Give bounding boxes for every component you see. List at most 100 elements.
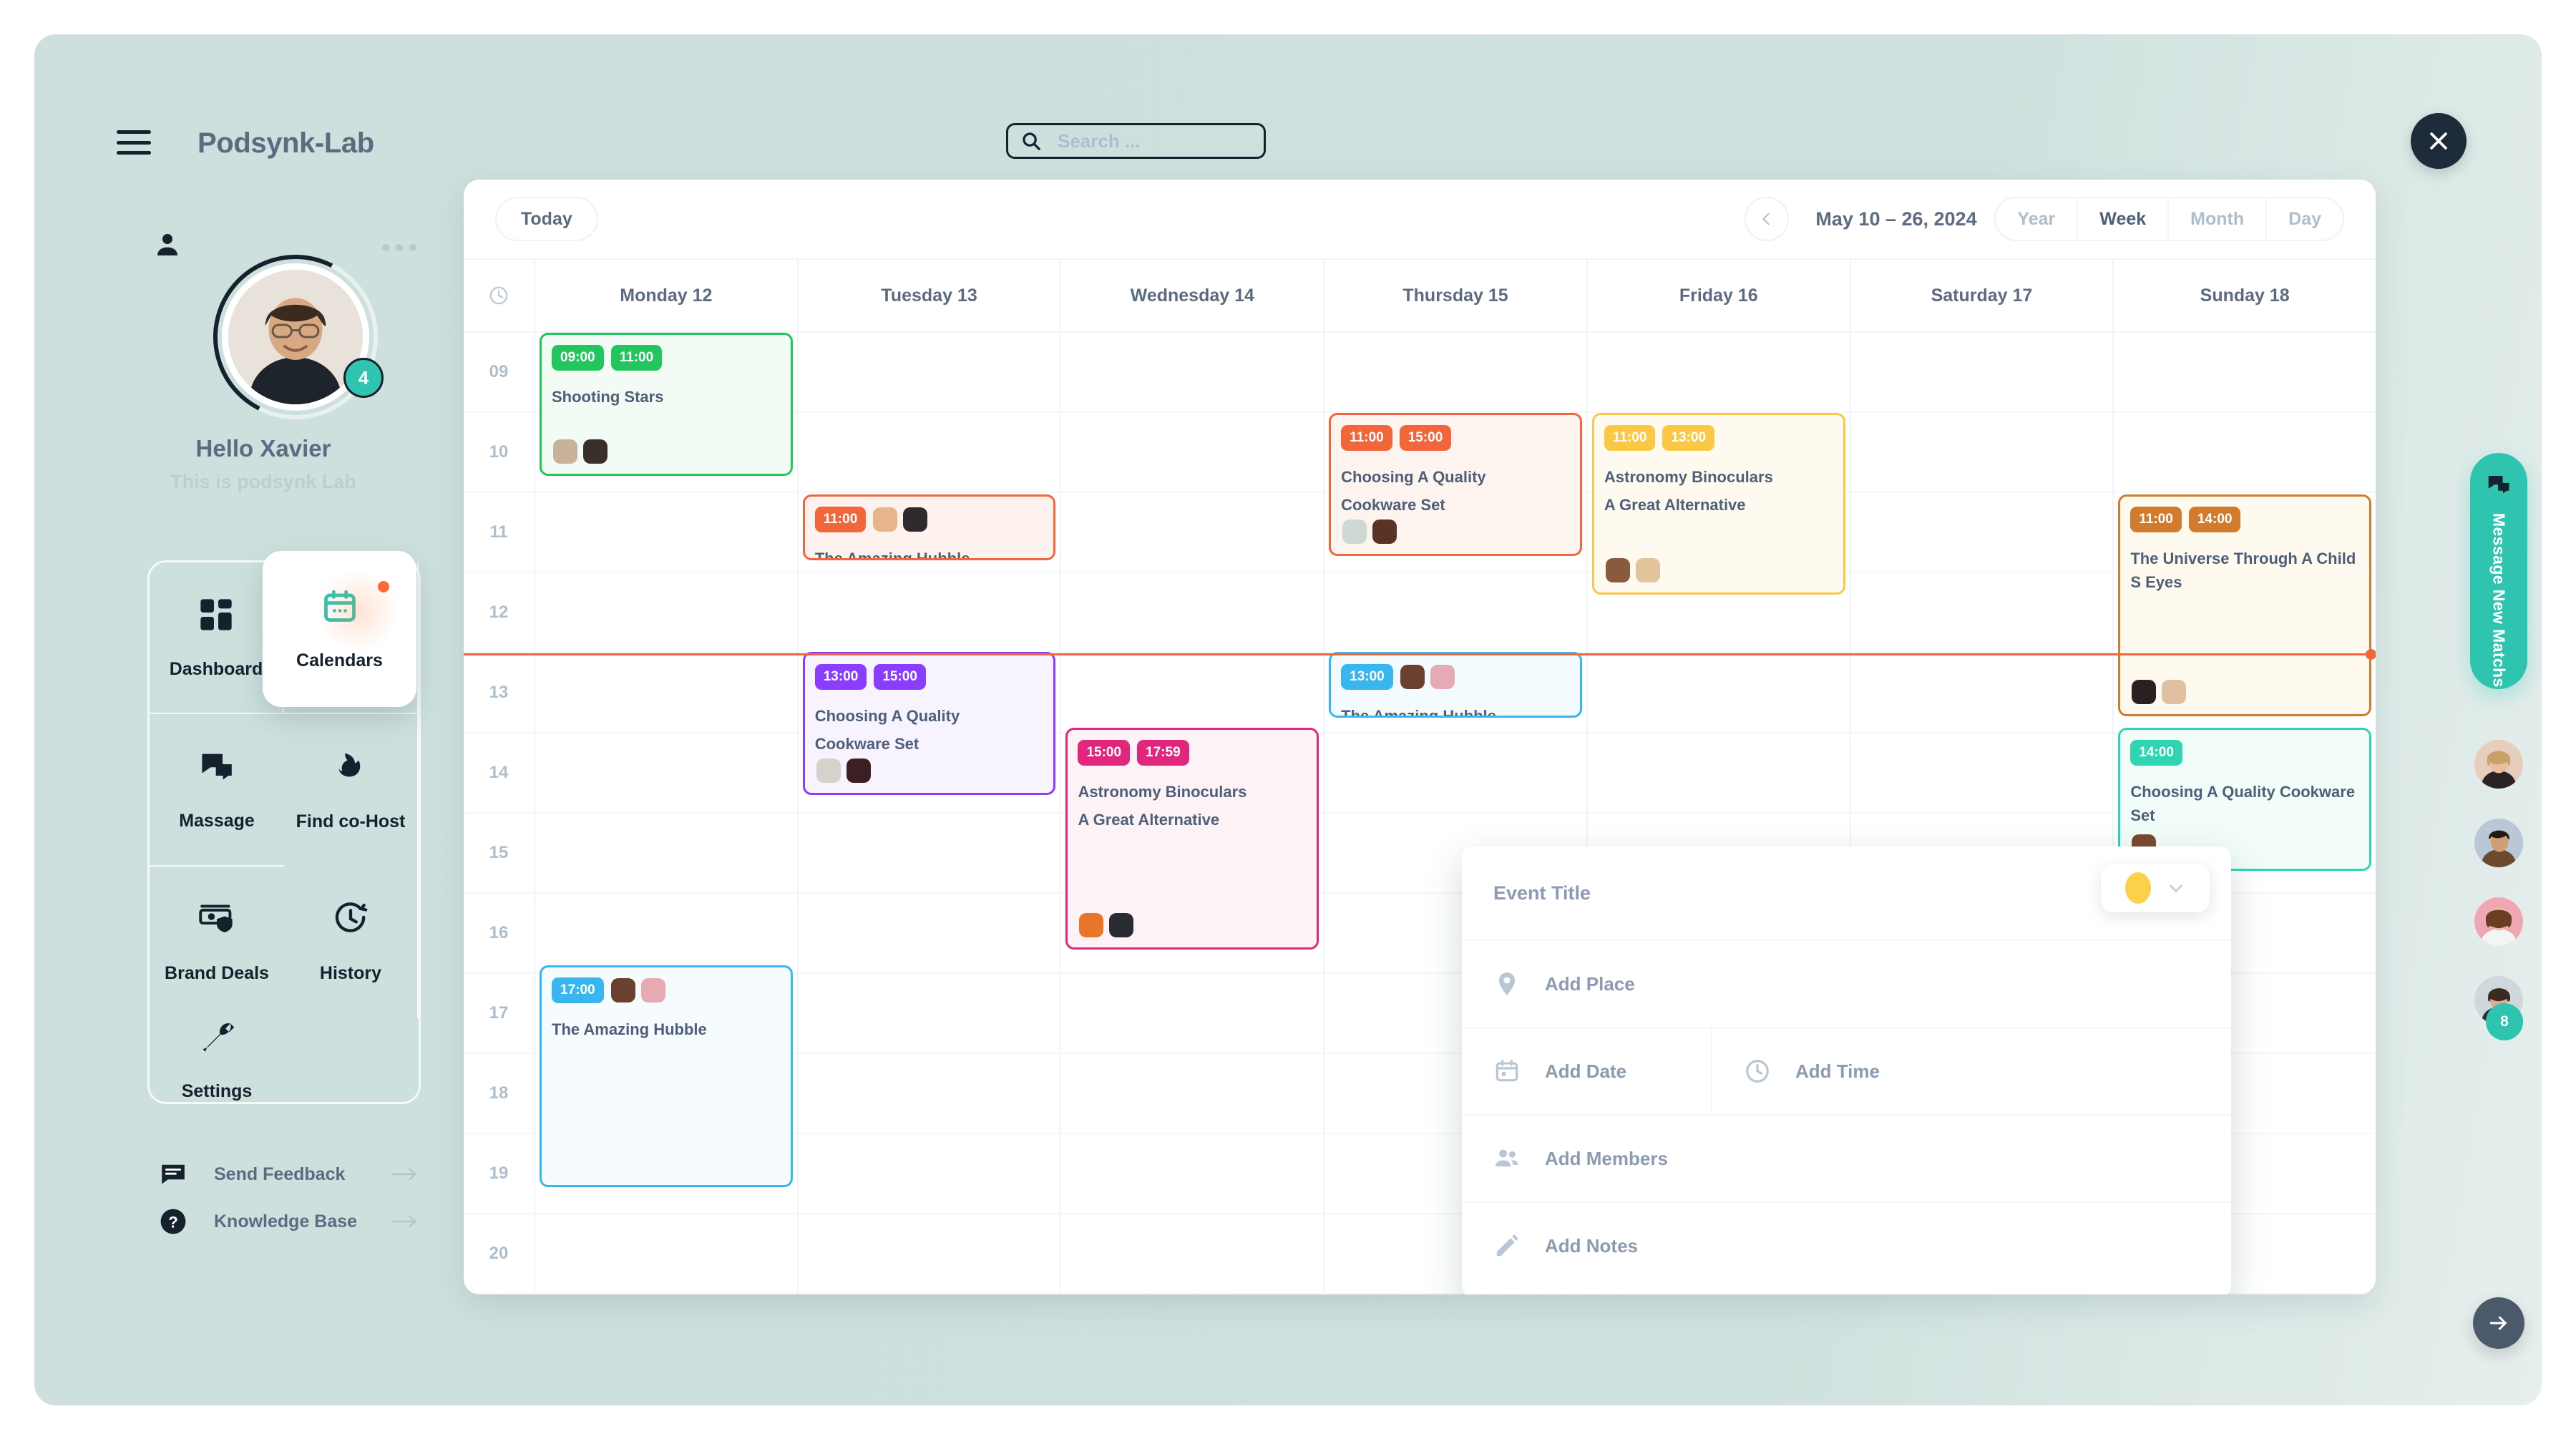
event-time-chip: 14:00	[2188, 507, 2241, 532]
time-slot[interactable]	[535, 493, 797, 573]
time-slot[interactable]	[798, 1214, 1060, 1294]
add-place-field[interactable]: Add Place	[1462, 941, 1667, 1027]
time-slot[interactable]	[2114, 333, 2376, 413]
add-members-field[interactable]: Add Members	[1462, 1116, 1699, 1201]
calendar-event[interactable]: 17:00 The Amazing Hubble	[540, 965, 793, 1187]
sidebar-item-label: Massage	[179, 810, 255, 831]
time-slot[interactable]	[1850, 573, 2113, 653]
time-slot[interactable]	[798, 894, 1060, 974]
calendar-event[interactable]: 13:00 15:00 Choosing A Quality Cookware Set	[802, 652, 1056, 795]
knowledge-base-link[interactable]: ? Knowledge Base	[160, 1198, 417, 1245]
search-bar[interactable]	[1006, 123, 1266, 159]
event-time-chip: 11:00	[1341, 425, 1392, 451]
time-slot[interactable]	[1324, 573, 1586, 653]
sidebar-item-brand-deals[interactable]: Brand Deals	[150, 867, 284, 1018]
time-slot[interactable]	[1061, 493, 1324, 573]
time-slot[interactable]	[798, 573, 1060, 653]
event-title: Astronomy Binoculars	[1604, 468, 1773, 486]
event-title: Astronomy Binoculars	[1078, 783, 1247, 801]
time-slot[interactable]	[1587, 653, 1850, 733]
time-slot[interactable]	[1061, 974, 1324, 1054]
time-slot[interactable]	[1587, 733, 1850, 814]
calendar-event[interactable]: 11:00 14:00 The Universe Through A Child S…	[2118, 494, 2372, 716]
time-slot[interactable]	[1850, 413, 2113, 493]
add-notes-field[interactable]: Add Notes	[1462, 1203, 1669, 1289]
more-options-icon[interactable]	[382, 244, 416, 251]
calendar-event[interactable]: 11:00 The Amazing Hubble	[802, 494, 1056, 560]
rail-avatar[interactable]	[2474, 740, 2523, 789]
hamburger-icon[interactable]	[117, 130, 151, 155]
next-button[interactable]	[2473, 1297, 2524, 1349]
time-slot[interactable]	[1061, 573, 1324, 653]
time-slot[interactable]	[535, 1214, 797, 1294]
time-slot[interactable]	[1061, 1214, 1324, 1294]
time-slot[interactable]	[798, 1134, 1060, 1214]
calendar-event[interactable]: 13:00 The Amazing Hubble	[1329, 652, 1582, 718]
time-slot[interactable]	[1061, 413, 1324, 493]
day-column[interactable]: 11:00 The Amazing Hubble 13:00 15:00 Choosin…	[798, 333, 1062, 1294]
time-slot[interactable]	[535, 653, 797, 733]
sidebar-item-settings[interactable]: Settings	[150, 1018, 284, 1102]
time-slot[interactable]	[535, 573, 797, 653]
calendar-event[interactable]: 15:00 17:59 Astronomy Binoculars A Great Al…	[1065, 728, 1319, 950]
time-slot[interactable]	[1587, 333, 1850, 413]
date-time-row: Add Date Add Time	[1462, 1028, 2231, 1116]
rail-avatar[interactable]	[2474, 897, 2523, 946]
nav-tile-grid: Dashboard Calendars Matchings	[147, 551, 421, 1104]
tab-view-year[interactable]: Year	[1996, 198, 2079, 240]
tab-view-month[interactable]: Month	[2169, 198, 2268, 240]
field-label: Add Place	[1545, 972, 1635, 995]
rail-avatar[interactable]	[2474, 819, 2523, 867]
time-slot[interactable]	[798, 333, 1060, 413]
time-slot[interactable]	[798, 974, 1060, 1054]
sidebar-item-find-cohost[interactable]: Find co-Host	[284, 714, 419, 867]
dashboard-grid-icon	[200, 598, 232, 630]
add-date-field[interactable]: Add Date	[1462, 1028, 1712, 1114]
time-slot[interactable]	[1850, 733, 2113, 814]
calendar-event[interactable]: 11:00 13:00 Astronomy Binoculars A Great Al…	[1591, 413, 1845, 595]
chat-bubbles-icon	[2488, 476, 2509, 494]
time-slot[interactable]	[1061, 1054, 1324, 1134]
time-slot[interactable]	[1850, 493, 2113, 573]
day-column[interactable]: 15:00 17:59 Astronomy Binoculars A Great Al…	[1061, 333, 1325, 1294]
time-slot[interactable]	[798, 413, 1060, 493]
event-color-picker[interactable]	[2101, 864, 2210, 912]
calendar-event[interactable]: 11:00 15:00 Choosing A Quality Cookware Set	[1329, 413, 1582, 556]
sidebar-item-history[interactable]: History	[284, 866, 419, 1018]
time-slot[interactable]	[535, 733, 797, 814]
time-slot[interactable]	[1850, 653, 2113, 733]
avatar[interactable]: 4	[192, 233, 399, 441]
time-slot[interactable]	[1850, 333, 2113, 413]
event-subtitle: Cookware Set	[1341, 496, 1445, 514]
time-slot[interactable]	[535, 894, 797, 974]
time-slot[interactable]	[1061, 653, 1324, 733]
event-title-input[interactable]	[1493, 882, 1923, 904]
attendee-avatar	[2162, 680, 2187, 704]
sidebar-item-massage[interactable]: Massage	[150, 714, 284, 867]
active-tile-glow	[315, 568, 401, 654]
time-slot[interactable]	[798, 1054, 1060, 1134]
tab-view-week[interactable]: Week	[2078, 198, 2170, 240]
tab-view-day[interactable]: Day	[2267, 198, 2343, 240]
time-slot[interactable]	[798, 814, 1060, 894]
time-label: 11	[464, 493, 534, 573]
event-time-chip: 14:00	[2130, 740, 2182, 766]
clock-icon	[1746, 1060, 1769, 1083]
send-feedback-link[interactable]: Send Feedback	[160, 1151, 417, 1198]
today-button[interactable]: Today	[495, 197, 598, 241]
sidebar-item-calendars[interactable]: Calendars	[263, 551, 416, 707]
time-slot[interactable]	[1324, 333, 1586, 413]
time-slot[interactable]	[1061, 333, 1324, 413]
time-slot[interactable]	[2114, 413, 2376, 493]
calendar-event[interactable]: 09:00 11:00 Shooting Stars	[540, 333, 793, 476]
prev-week-button[interactable]	[1745, 197, 1789, 241]
attendee-avatar	[553, 439, 577, 464]
time-label: 19	[464, 1134, 534, 1214]
time-slot[interactable]	[1324, 733, 1586, 814]
search-input[interactable]	[1058, 130, 1236, 152]
time-slot[interactable]	[535, 814, 797, 894]
add-time-field[interactable]: Add Time	[1712, 1028, 1911, 1114]
time-slot[interactable]	[1061, 1134, 1324, 1214]
day-column[interactable]: 09:00 11:00 Shooting Stars 17:00 The Amazing…	[535, 333, 799, 1294]
message-new-matches-tab[interactable]: Message New Matchs	[2470, 453, 2527, 689]
